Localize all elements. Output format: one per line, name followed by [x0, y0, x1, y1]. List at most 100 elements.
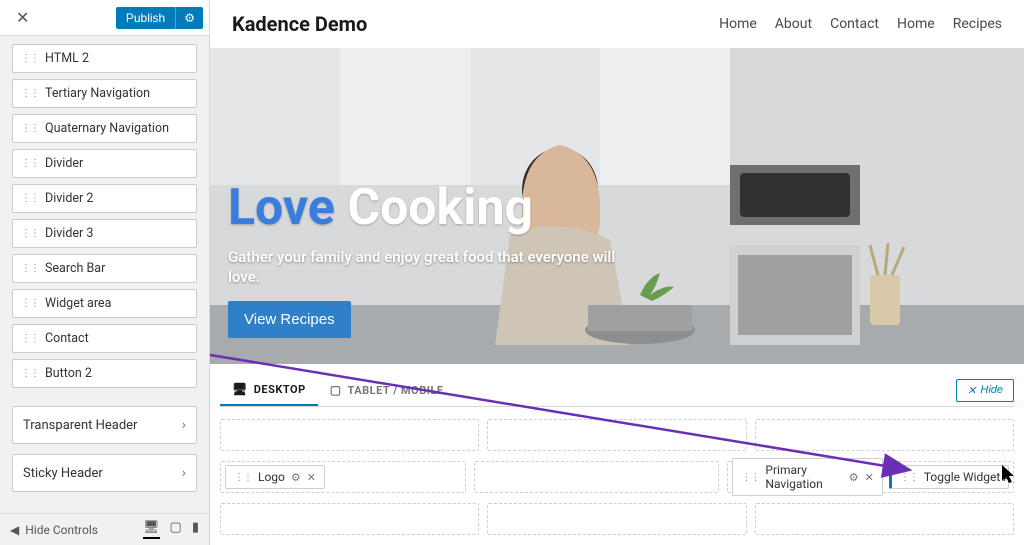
preview-pane: Kadence Demo Home About Contact Home Rec…	[210, 0, 1024, 545]
site-header: Kadence Demo Home About Contact Home Rec…	[210, 0, 1024, 48]
desktop-icon: 🖥	[232, 382, 248, 396]
item-label: Widget area	[45, 296, 111, 311]
nav-link[interactable]: About	[775, 16, 812, 32]
available-items-list: ⋮⋮ HTML 2 ⋮⋮Tertiary Navigation ⋮⋮ Quatern…	[0, 36, 209, 392]
nav-link[interactable]: Contact	[830, 16, 879, 32]
drag-icon: ⋮⋮	[21, 228, 39, 239]
slot-bottom-left[interactable]	[220, 503, 479, 535]
drag-icon: ⋮⋮	[21, 88, 39, 99]
device-preview-switcher: 🖥 ▢ ▮	[143, 520, 199, 539]
publish-button[interactable]: Publish	[116, 7, 175, 29]
tab-tablet-mobile[interactable]: ▢ TABLET / MOBILE	[318, 375, 456, 405]
gear-icon[interactable]: ⚙	[175, 7, 203, 29]
publish-group: Publish ⚙	[116, 7, 203, 29]
drag-icon: ⋮⋮	[21, 263, 39, 274]
close-icon[interactable]: ✕	[307, 471, 316, 484]
slot-bottom-right[interactable]	[755, 503, 1014, 535]
tab-label: TABLET / MOBILE	[348, 384, 444, 397]
nav-link[interactable]: Home	[719, 16, 757, 32]
slot-main-center[interactable]	[474, 461, 720, 493]
hide-controls-button[interactable]: ◀ Hide Controls	[10, 523, 98, 537]
item-label: Contact	[45, 331, 89, 346]
tab-desktop[interactable]: 🖥 DESKTOP	[220, 374, 318, 406]
available-item-tertiary-nav[interactable]: ⋮⋮Tertiary Navigation	[12, 79, 197, 108]
drag-icon: ⋮⋮	[21, 368, 39, 379]
hero-section: Love Cooking Gather your family and enjo…	[210, 48, 1024, 364]
builder-grid: ⋮⋮ Logo ⚙ ✕ ⋮⋮ Primary Navigation ⚙ ✕	[220, 419, 1014, 535]
sidebar-topbar: ✕ Publish ⚙	[0, 0, 209, 36]
available-item-button2[interactable]: ⋮⋮Button 2	[12, 359, 197, 388]
builder-row-top	[220, 419, 1014, 451]
hero-title-rest: Cooking	[347, 179, 533, 237]
drag-icon: ⋮⋮	[900, 472, 918, 483]
section-transparent-header[interactable]: Transparent Header ›	[12, 406, 197, 444]
chip-toggle-widget-area[interactable]: ⋮⋮ Toggle Widget Area	[889, 465, 1009, 489]
chip-logo[interactable]: ⋮⋮ Logo ⚙ ✕	[225, 465, 325, 489]
chip-primary-navigation[interactable]: ⋮⋮ Primary Navigation ⚙ ✕	[732, 458, 882, 496]
available-item-divider2[interactable]: ⋮⋮ Divider 2	[12, 184, 197, 213]
drag-icon: ⋮⋮	[21, 123, 39, 134]
hide-label: Hide	[980, 384, 1003, 396]
slot-top-left[interactable]	[220, 419, 479, 451]
close-icon[interactable]: ✕	[10, 6, 35, 29]
available-item-quaternary-nav[interactable]: ⋮⋮ Quaternary Navigation	[12, 114, 197, 143]
available-item-search-bar[interactable]: ⋮⋮ Search Bar	[12, 254, 197, 283]
site-nav: Home About Contact Home Recipes	[719, 16, 1002, 32]
nav-link[interactable]: Recipes	[953, 16, 1002, 32]
drag-icon: ⋮⋮	[21, 193, 39, 204]
builder-tabs: 🖥 DESKTOP ▢ TABLET / MOBILE ✕ Hide	[220, 374, 1014, 407]
item-label: Divider	[45, 156, 83, 171]
tablet-icon: ▢	[330, 383, 342, 397]
hero-title: Love Cooking	[228, 183, 648, 233]
item-label: HTML 2	[45, 51, 89, 66]
item-label: Quaternary Navigation	[45, 121, 169, 136]
available-item-html2[interactable]: ⋮⋮ HTML 2	[12, 44, 197, 73]
close-icon: ✕	[967, 384, 976, 397]
builder-row-bottom	[220, 503, 1014, 535]
drag-icon: ⋮⋮	[741, 472, 759, 483]
hide-builder-button[interactable]: ✕ Hide	[956, 379, 1014, 402]
site-title: Kadence Demo	[232, 12, 367, 36]
section-label: Sticky Header	[23, 466, 103, 481]
slot-main-left[interactable]: ⋮⋮ Logo ⚙ ✕	[220, 461, 466, 493]
drag-icon: ⋮⋮	[21, 158, 39, 169]
gear-icon[interactable]: ⚙	[291, 471, 301, 484]
builder-row-main: ⋮⋮ Logo ⚙ ✕ ⋮⋮ Primary Navigation ⚙ ✕	[220, 461, 1014, 493]
section-label: Transparent Header	[23, 418, 137, 433]
collapse-icon: ◀	[10, 523, 19, 537]
available-item-widget-area[interactable]: ⋮⋮ Widget area	[12, 289, 197, 318]
chip-label: Toggle Widget Area	[924, 470, 1009, 484]
drag-icon: ⋮⋮	[21, 298, 39, 309]
tab-label: DESKTOP	[254, 383, 306, 396]
header-builder: 🖥 DESKTOP ▢ TABLET / MOBILE ✕ Hide	[210, 364, 1024, 545]
hero-content: Love Cooking Gather your family and enjo…	[228, 183, 648, 339]
nav-link[interactable]: Home	[897, 16, 935, 32]
item-label: Divider 2	[45, 191, 93, 206]
hero-cta-button[interactable]: View Recipes	[228, 301, 351, 338]
sidebar-footer: ◀ Hide Controls 🖥 ▢ ▮	[0, 513, 209, 545]
desktop-icon[interactable]: 🖥	[143, 520, 160, 539]
tablet-icon[interactable]: ▢	[170, 520, 182, 539]
drag-icon: ⋮⋮	[21, 333, 39, 344]
chip-label: Logo	[258, 470, 285, 484]
slot-main-right[interactable]: ⋮⋮ Primary Navigation ⚙ ✕ ⋮⋮ Toggle Widg…	[727, 461, 1014, 493]
drag-icon: ⋮⋮	[21, 53, 39, 64]
chevron-right-icon: ›	[182, 417, 186, 433]
item-label: Divider 3	[45, 226, 93, 241]
customizer-sidebar: ✕ Publish ⚙ ⋮⋮ HTML 2 ⋮⋮Tertiary Navigati…	[0, 0, 210, 545]
section-sticky-header[interactable]: Sticky Header ›	[12, 454, 197, 492]
available-item-divider[interactable]: ⋮⋮ Divider	[12, 149, 197, 178]
item-label: Search Bar	[45, 261, 105, 276]
hero-title-accent: Love	[228, 179, 335, 237]
available-item-contact[interactable]: ⋮⋮ Contact	[12, 324, 197, 353]
slot-top-center[interactable]	[487, 419, 746, 451]
close-icon[interactable]: ✕	[865, 471, 874, 484]
drag-icon: ⋮⋮	[234, 472, 252, 483]
mobile-icon[interactable]: ▮	[192, 520, 199, 539]
chevron-right-icon: ›	[182, 465, 186, 481]
slot-top-right[interactable]	[755, 419, 1014, 451]
available-item-divider3[interactable]: ⋮⋮ Divider 3	[12, 219, 197, 248]
slot-bottom-center[interactable]	[487, 503, 746, 535]
gear-icon[interactable]: ⚙	[849, 471, 859, 484]
hero-subtitle: Gather your family and enjoy great food …	[228, 247, 648, 288]
